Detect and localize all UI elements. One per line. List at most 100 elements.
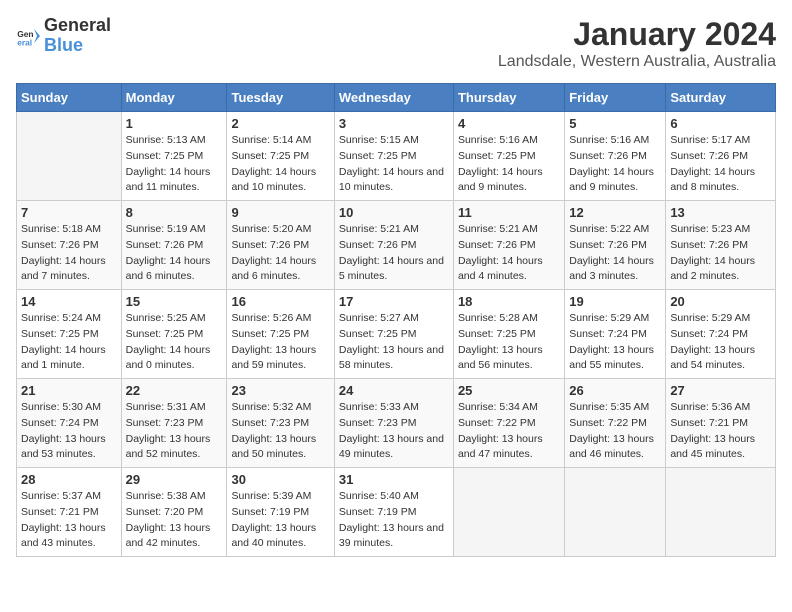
- day-number: 18: [458, 294, 560, 309]
- column-header-thursday: Thursday: [453, 84, 564, 112]
- day-number: 31: [339, 472, 449, 487]
- day-info: Sunrise: 5:39 AM Sunset: 7:19 PM Dayligh…: [231, 489, 329, 552]
- day-info: Sunrise: 5:33 AM Sunset: 7:23 PM Dayligh…: [339, 400, 449, 463]
- day-cell: 23 Sunrise: 5:32 AM Sunset: 7:23 PM Dayl…: [227, 379, 334, 468]
- day-number: 23: [231, 383, 329, 398]
- day-number: 4: [458, 116, 560, 131]
- day-number: 24: [339, 383, 449, 398]
- day-info: Sunrise: 5:18 AM Sunset: 7:26 PM Dayligh…: [21, 222, 117, 285]
- day-cell: 27 Sunrise: 5:36 AM Sunset: 7:21 PM Dayl…: [666, 379, 776, 468]
- day-number: 9: [231, 205, 329, 220]
- day-cell: 8 Sunrise: 5:19 AM Sunset: 7:26 PM Dayli…: [121, 201, 227, 290]
- day-number: 10: [339, 205, 449, 220]
- day-info: Sunrise: 5:14 AM Sunset: 7:25 PM Dayligh…: [231, 133, 329, 196]
- day-cell: [453, 468, 564, 557]
- day-number: 12: [569, 205, 661, 220]
- day-number: 1: [126, 116, 223, 131]
- header-row: SundayMondayTuesdayWednesdayThursdayFrid…: [17, 84, 776, 112]
- logo-icon: Gen eral: [16, 24, 40, 48]
- day-number: 27: [670, 383, 771, 398]
- day-cell: 15 Sunrise: 5:25 AM Sunset: 7:25 PM Dayl…: [121, 290, 227, 379]
- logo: Gen eral General Blue: [16, 16, 111, 56]
- day-info: Sunrise: 5:16 AM Sunset: 7:26 PM Dayligh…: [569, 133, 661, 196]
- day-number: 14: [21, 294, 117, 309]
- day-info: Sunrise: 5:24 AM Sunset: 7:25 PM Dayligh…: [21, 311, 117, 374]
- day-cell: 18 Sunrise: 5:28 AM Sunset: 7:25 PM Dayl…: [453, 290, 564, 379]
- week-row-1: 1 Sunrise: 5:13 AM Sunset: 7:25 PM Dayli…: [17, 112, 776, 201]
- day-info: Sunrise: 5:19 AM Sunset: 7:26 PM Dayligh…: [126, 222, 223, 285]
- column-header-sunday: Sunday: [17, 84, 122, 112]
- day-number: 15: [126, 294, 223, 309]
- day-info: Sunrise: 5:20 AM Sunset: 7:26 PM Dayligh…: [231, 222, 329, 285]
- day-info: Sunrise: 5:13 AM Sunset: 7:25 PM Dayligh…: [126, 133, 223, 196]
- week-row-4: 21 Sunrise: 5:30 AM Sunset: 7:24 PM Dayl…: [17, 379, 776, 468]
- day-number: 3: [339, 116, 449, 131]
- day-cell: 2 Sunrise: 5:14 AM Sunset: 7:25 PM Dayli…: [227, 112, 334, 201]
- day-cell: 13 Sunrise: 5:23 AM Sunset: 7:26 PM Dayl…: [666, 201, 776, 290]
- day-cell: 20 Sunrise: 5:29 AM Sunset: 7:24 PM Dayl…: [666, 290, 776, 379]
- day-cell: 19 Sunrise: 5:29 AM Sunset: 7:24 PM Dayl…: [565, 290, 666, 379]
- day-info: Sunrise: 5:31 AM Sunset: 7:23 PM Dayligh…: [126, 400, 223, 463]
- column-header-friday: Friday: [565, 84, 666, 112]
- day-info: Sunrise: 5:35 AM Sunset: 7:22 PM Dayligh…: [569, 400, 661, 463]
- week-row-5: 28 Sunrise: 5:37 AM Sunset: 7:21 PM Dayl…: [17, 468, 776, 557]
- page-header: Gen eral General Blue January 2024 Lands…: [16, 16, 776, 71]
- week-row-2: 7 Sunrise: 5:18 AM Sunset: 7:26 PM Dayli…: [17, 201, 776, 290]
- day-cell: 25 Sunrise: 5:34 AM Sunset: 7:22 PM Dayl…: [453, 379, 564, 468]
- day-cell: 14 Sunrise: 5:24 AM Sunset: 7:25 PM Dayl…: [17, 290, 122, 379]
- day-info: Sunrise: 5:17 AM Sunset: 7:26 PM Dayligh…: [670, 133, 771, 196]
- day-cell: 22 Sunrise: 5:31 AM Sunset: 7:23 PM Dayl…: [121, 379, 227, 468]
- day-info: Sunrise: 5:40 AM Sunset: 7:19 PM Dayligh…: [339, 489, 449, 552]
- day-cell: 10 Sunrise: 5:21 AM Sunset: 7:26 PM Dayl…: [334, 201, 453, 290]
- svg-text:eral: eral: [17, 37, 32, 47]
- day-cell: [666, 468, 776, 557]
- day-cell: 24 Sunrise: 5:33 AM Sunset: 7:23 PM Dayl…: [334, 379, 453, 468]
- day-info: Sunrise: 5:15 AM Sunset: 7:25 PM Dayligh…: [339, 133, 449, 196]
- day-cell: 3 Sunrise: 5:15 AM Sunset: 7:25 PM Dayli…: [334, 112, 453, 201]
- day-cell: 30 Sunrise: 5:39 AM Sunset: 7:19 PM Dayl…: [227, 468, 334, 557]
- day-number: 30: [231, 472, 329, 487]
- day-cell: 1 Sunrise: 5:13 AM Sunset: 7:25 PM Dayli…: [121, 112, 227, 201]
- day-cell: 12 Sunrise: 5:22 AM Sunset: 7:26 PM Dayl…: [565, 201, 666, 290]
- day-info: Sunrise: 5:37 AM Sunset: 7:21 PM Dayligh…: [21, 489, 117, 552]
- column-header-wednesday: Wednesday: [334, 84, 453, 112]
- day-cell: 9 Sunrise: 5:20 AM Sunset: 7:26 PM Dayli…: [227, 201, 334, 290]
- day-number: 20: [670, 294, 771, 309]
- day-number: 28: [21, 472, 117, 487]
- day-number: 29: [126, 472, 223, 487]
- day-info: Sunrise: 5:28 AM Sunset: 7:25 PM Dayligh…: [458, 311, 560, 374]
- day-number: 5: [569, 116, 661, 131]
- day-info: Sunrise: 5:29 AM Sunset: 7:24 PM Dayligh…: [670, 311, 771, 374]
- day-info: Sunrise: 5:36 AM Sunset: 7:21 PM Dayligh…: [670, 400, 771, 463]
- day-info: Sunrise: 5:16 AM Sunset: 7:25 PM Dayligh…: [458, 133, 560, 196]
- day-number: 26: [569, 383, 661, 398]
- day-number: 21: [21, 383, 117, 398]
- day-number: 8: [126, 205, 223, 220]
- day-cell: 21 Sunrise: 5:30 AM Sunset: 7:24 PM Dayl…: [17, 379, 122, 468]
- day-cell: 16 Sunrise: 5:26 AM Sunset: 7:25 PM Dayl…: [227, 290, 334, 379]
- day-number: 11: [458, 205, 560, 220]
- calendar-table: SundayMondayTuesdayWednesdayThursdayFrid…: [16, 83, 776, 557]
- day-cell: 11 Sunrise: 5:21 AM Sunset: 7:26 PM Dayl…: [453, 201, 564, 290]
- week-row-3: 14 Sunrise: 5:24 AM Sunset: 7:25 PM Dayl…: [17, 290, 776, 379]
- day-cell: 4 Sunrise: 5:16 AM Sunset: 7:25 PM Dayli…: [453, 112, 564, 201]
- day-cell: 29 Sunrise: 5:38 AM Sunset: 7:20 PM Dayl…: [121, 468, 227, 557]
- day-number: 17: [339, 294, 449, 309]
- column-header-tuesday: Tuesday: [227, 84, 334, 112]
- column-header-saturday: Saturday: [666, 84, 776, 112]
- day-cell: 7 Sunrise: 5:18 AM Sunset: 7:26 PM Dayli…: [17, 201, 122, 290]
- subtitle: Landsdale, Western Australia, Australia: [498, 53, 776, 71]
- day-number: 2: [231, 116, 329, 131]
- day-number: 6: [670, 116, 771, 131]
- day-number: 16: [231, 294, 329, 309]
- day-cell: 31 Sunrise: 5:40 AM Sunset: 7:19 PM Dayl…: [334, 468, 453, 557]
- day-info: Sunrise: 5:34 AM Sunset: 7:22 PM Dayligh…: [458, 400, 560, 463]
- day-cell: 26 Sunrise: 5:35 AM Sunset: 7:22 PM Dayl…: [565, 379, 666, 468]
- day-info: Sunrise: 5:22 AM Sunset: 7:26 PM Dayligh…: [569, 222, 661, 285]
- day-cell: [17, 112, 122, 201]
- day-info: Sunrise: 5:21 AM Sunset: 7:26 PM Dayligh…: [339, 222, 449, 285]
- main-title: January 2024: [498, 16, 776, 53]
- logo-general: General: [44, 16, 111, 36]
- day-cell: 5 Sunrise: 5:16 AM Sunset: 7:26 PM Dayli…: [565, 112, 666, 201]
- logo-blue: Blue: [44, 36, 111, 56]
